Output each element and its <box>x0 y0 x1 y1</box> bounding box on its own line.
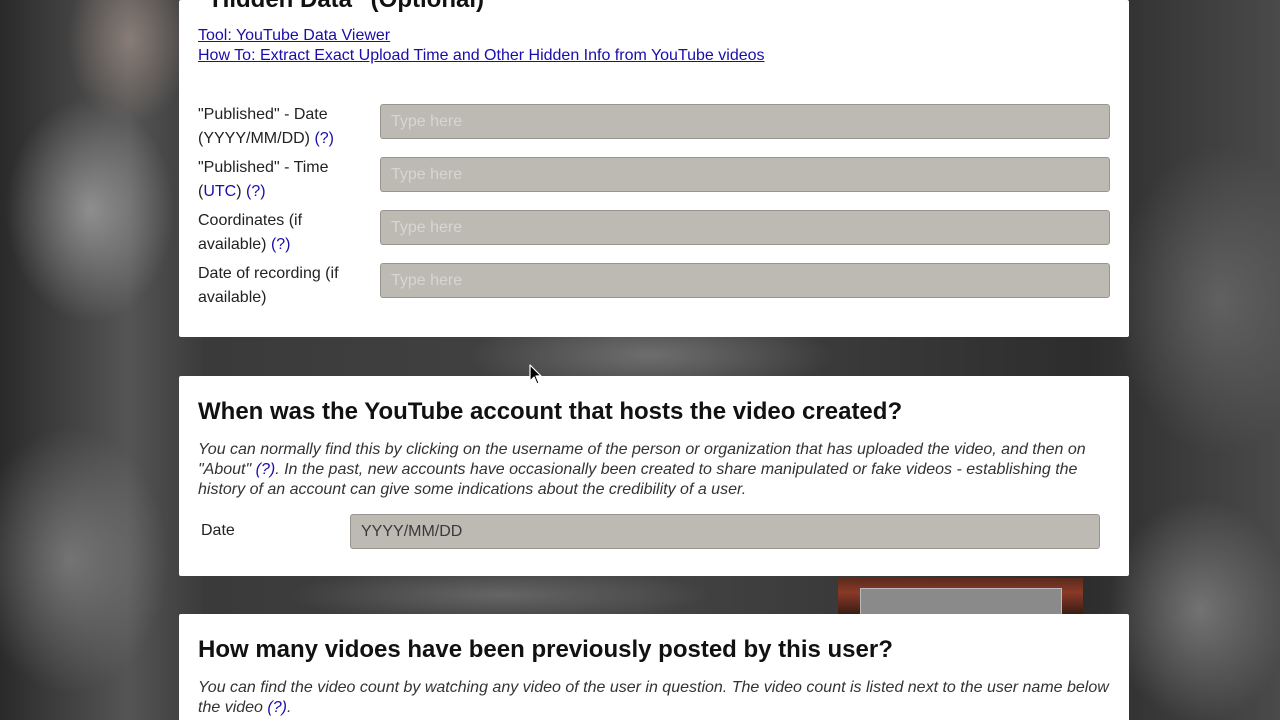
account-date-label: Date <box>201 522 235 539</box>
account-creation-heading: When was the YouTube account that hosts … <box>198 398 903 425</box>
recording-date-input[interactable] <box>380 263 1110 298</box>
about-help-link[interactable]: (?) <box>256 461 276 478</box>
published-time-label: "Published" - Time (UTC) (?) <box>198 159 329 200</box>
hidden-data-panel: Hidden Data” (Optional) Tool: YouTube Da… <box>179 0 1129 337</box>
video-count-heading: How many vidoes have been previously pos… <box>198 636 893 663</box>
account-creation-description: You can normally find this by clicking o… <box>198 441 1086 498</box>
account-creation-panel: When was the YouTube account that hosts … <box>179 376 1129 576</box>
recording-date-label: Date of recording (if available) <box>198 265 339 306</box>
published-time-help-link[interactable]: (?) <box>246 183 266 200</box>
video-count-description: You can find the video count by watching… <box>198 679 1109 716</box>
coordinates-help-link[interactable]: (?) <box>271 236 291 253</box>
extract-upload-time-howto-link[interactable]: How To: Extract Exact Upload Time and Ot… <box>198 47 765 65</box>
published-date-input[interactable] <box>380 104 1110 139</box>
background-video-thumbnail <box>838 578 1083 616</box>
published-date-help-link[interactable]: (?) <box>314 130 334 147</box>
hidden-data-heading: Hidden Data” (Optional) <box>212 0 484 14</box>
coordinates-input[interactable] <box>380 210 1110 245</box>
coordinates-row: Coordinates (if available) (?) <box>198 209 1110 257</box>
video-count-help-link[interactable]: (?) <box>267 699 287 716</box>
video-count-panel: How many vidoes have been previously pos… <box>179 614 1129 720</box>
utc-link[interactable]: UTC <box>203 183 236 200</box>
recording-date-row: Date of recording (if available) <box>198 262 1110 310</box>
coordinates-label: Coordinates (if available) (?) <box>198 212 303 253</box>
mouse-pointer-icon <box>529 364 542 385</box>
published-date-row: "Published" - Date (YYYY/MM/DD) (?) <box>198 103 1110 151</box>
published-time-row: "Published" - Time (UTC) (?) <box>198 156 1110 204</box>
account-date-input[interactable] <box>350 514 1100 549</box>
youtube-data-viewer-link[interactable]: Tool: YouTube Data Viewer <box>198 27 390 45</box>
published-time-input[interactable] <box>380 157 1110 192</box>
published-date-label: "Published" - Date (YYYY/MM/DD) (?) <box>198 106 335 147</box>
